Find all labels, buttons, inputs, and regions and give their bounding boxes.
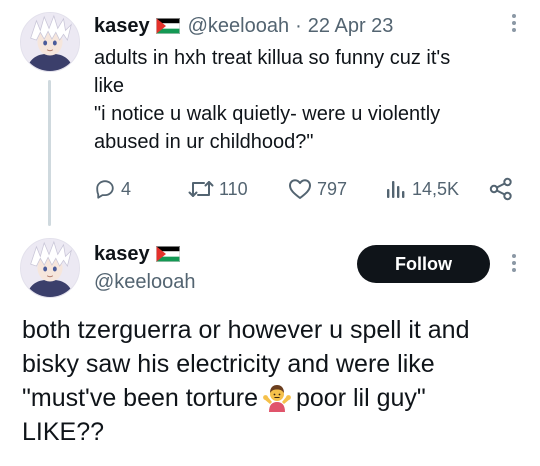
reply-count: 4 [121,178,132,199]
tweet-header: kasey @keelooah · 22 Apr 23 [94,10,393,42]
retweet-count: 110 [219,178,248,199]
tweet-text-line: like [94,75,125,97]
tweet-text: both tzerguerra or however u spell it an… [22,313,532,449]
palestine-flag-icon [155,246,180,262]
reply-icon [94,178,116,200]
like-button[interactable]: 797 [288,174,347,204]
display-name[interactable]: kasey [94,12,150,40]
tweet-text-line: adults in hxh treat killua so funny cuz … [94,47,451,69]
palestine-flag-icon [155,18,180,34]
views-bar-chart-icon [385,178,407,200]
thread-connector-line [48,80,51,226]
share-button[interactable] [489,174,513,204]
more-vertical-icon[interactable] [511,14,517,32]
tweet-author: kasey @keelooah [94,240,195,296]
avatar-image [21,239,79,297]
retweet-icon [188,178,214,200]
reply-button[interactable]: 4 [94,174,131,204]
retweet-button[interactable]: 110 [188,174,248,204]
tweet-text-line: "must've been torture poor lil guy" [22,381,532,415]
tweet-text-line: both tzerguerra or however u spell it an… [22,316,470,344]
tweet-date[interactable]: 22 Apr 23 [308,12,394,40]
tweet-text-line: "i notice u walk quietly- were u violent… [94,103,441,125]
tweet-text-line: LIKE?? [22,418,105,446]
user-handle[interactable]: @keelooah [188,12,289,40]
views-count: 14,5K [412,178,460,199]
user-handle[interactable]: @keelooah [94,268,195,296]
tweet-text-line: abused in ur childhood?" [94,131,314,153]
share-icon [489,177,513,201]
tweet-text: adults in hxh treat killua so funny cuz … [94,44,526,156]
tweet-text-segment: "must've been torture [22,384,258,412]
like-count: 797 [317,178,348,199]
separator-dot: · [295,15,302,37]
tweet-text-segment: poor lil guy" [296,384,426,412]
display-name[interactable]: kasey [94,240,150,268]
avatar[interactable] [20,12,80,72]
follow-button[interactable]: Follow [357,245,490,283]
heart-icon [288,178,312,200]
person-shrugging-emoji [262,382,292,412]
avatar[interactable] [20,238,80,298]
views-button[interactable]: 14,5K [385,174,459,204]
tweet-text-line: bisky saw his electricity and were like [22,350,435,378]
tweet-thread: kasey @keelooah · 22 Apr 23 adults in hx… [0,0,540,466]
more-vertical-icon[interactable] [511,254,517,272]
avatar-image [21,13,79,71]
tweet-actions: 4 110 797 14,5K [94,174,524,204]
